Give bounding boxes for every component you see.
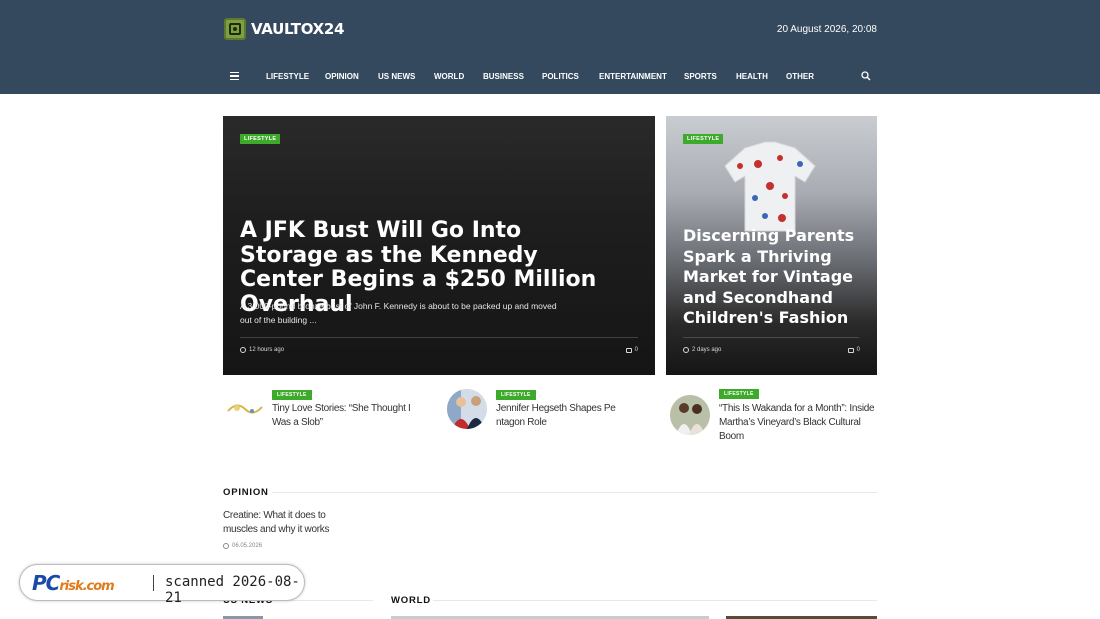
comment-count[interactable]: 0: [847, 347, 860, 353]
comment-icon: [625, 347, 632, 353]
nav-item-health[interactable]: HEALTH: [736, 72, 768, 81]
section-divider: [433, 600, 877, 601]
hamburger-icon[interactable]: [224, 66, 244, 86]
main-nav: LIFESTYLE OPINION US NEWS WORLD BUSINESS…: [224, 66, 871, 86]
section-label-world[interactable]: WORLD: [391, 595, 431, 606]
mini-post-title[interactable]: Jennifer Hegseth Shapes Pe ntagon Role: [496, 402, 636, 430]
featured-main-excerpt: A 3,000-pound bronze bust of John F. Ken…: [240, 301, 557, 325]
site-logo[interactable]: VAULTOX24: [224, 18, 344, 40]
nav-item-business[interactable]: BUSINESS: [483, 72, 524, 81]
mini-post[interactable]: LIFESTYLE Tiny Love Stories: “She Though…: [225, 389, 430, 445]
post-time-text: 2 days ago: [692, 347, 722, 353]
scan-watermark: PCrisk.com scanned 2026-08-21: [19, 564, 305, 606]
header-datetime: 20 August 2026, 20:08: [776, 24, 877, 35]
watermark-text: scanned 2026-08-21: [165, 574, 300, 606]
clock-icon: [683, 347, 689, 353]
post-thumbnail[interactable]: [225, 389, 265, 429]
category-badge[interactable]: LIFESTYLE: [719, 389, 759, 399]
comment-count-text: 0: [856, 347, 860, 353]
logo-text: VAULTOX24: [251, 20, 345, 38]
category-badge[interactable]: LIFESTYLE: [272, 390, 312, 400]
card-divider: [683, 337, 859, 338]
mini-post[interactable]: LIFESTYLE Jennifer Hegseth Shapes Pe nta…: [447, 389, 637, 445]
nav-item-us-news[interactable]: US NEWS: [378, 72, 415, 81]
nav-item-opinion[interactable]: OPINION: [325, 72, 359, 81]
watermark-logo-risk: risk.com: [59, 579, 114, 594]
nav-item-world[interactable]: WORLD: [434, 72, 464, 81]
featured-side-image: [724, 141, 816, 232]
opinion-post-title[interactable]: Creatine: What it does to muscles and wh…: [223, 509, 353, 537]
post-thumbnail[interactable]: [447, 389, 487, 429]
comment-count[interactable]: 0: [625, 347, 638, 353]
card-divider: [240, 337, 638, 338]
mini-post-title[interactable]: “This Is Wakanda for a Month”: Inside Ma…: [719, 402, 877, 444]
watermark-separator: [153, 575, 154, 591]
post-thumbnail[interactable]: [670, 395, 710, 435]
clock-icon: [240, 347, 246, 353]
featured-main-card[interactable]: LIFESTYLE A JFK Bust Will Go Into Storag…: [223, 116, 655, 375]
mini-post[interactable]: LIFESTYLE “This Is Wakanda for a Month”:…: [670, 388, 877, 448]
mini-post-title[interactable]: Tiny Love Stories: “She Thought I Was a …: [272, 402, 430, 430]
category-badge[interactable]: LIFESTYLE: [683, 134, 724, 144]
opinion-post-date: 06.05.2026: [223, 543, 262, 549]
nav-item-entertainment[interactable]: ENTERTAINMENT: [599, 72, 667, 81]
clock-icon: [223, 543, 229, 549]
featured-side-card[interactable]: LIFESTYLE Discerning Parents Spark a Thr…: [666, 116, 877, 375]
logo-icon: [224, 18, 246, 40]
category-badge[interactable]: LIFESTYLE: [496, 390, 536, 400]
post-time: 2 days ago: [683, 347, 721, 353]
section-label-opinion[interactable]: OPINION: [223, 487, 269, 498]
category-badge[interactable]: LIFESTYLE: [240, 134, 281, 144]
watermark-logo: PCrisk.com: [32, 571, 115, 595]
nav-item-lifestyle[interactable]: LIFESTYLE: [266, 72, 309, 81]
featured-side-title[interactable]: Discerning Parents Spark a Thriving Mark…: [683, 226, 868, 329]
site-header: VAULTOX24 20 August 2026, 20:08 LIFESTYL…: [0, 0, 1100, 94]
watermark-logo-pc: PC: [32, 571, 60, 595]
comment-icon: [847, 347, 854, 353]
post-time-text: 12 hours ago: [249, 347, 285, 353]
nav-item-other[interactable]: OTHER: [786, 72, 814, 81]
section-divider: [272, 492, 877, 493]
nav-item-politics[interactable]: POLITICS: [542, 72, 579, 81]
search-icon[interactable]: [861, 71, 871, 81]
post-time: 12 hours ago: [240, 347, 284, 353]
opinion-post-date-text: 06.05.2026: [232, 543, 263, 549]
comment-count-text: 0: [634, 347, 638, 353]
nav-item-sports[interactable]: SPORTS: [684, 72, 717, 81]
